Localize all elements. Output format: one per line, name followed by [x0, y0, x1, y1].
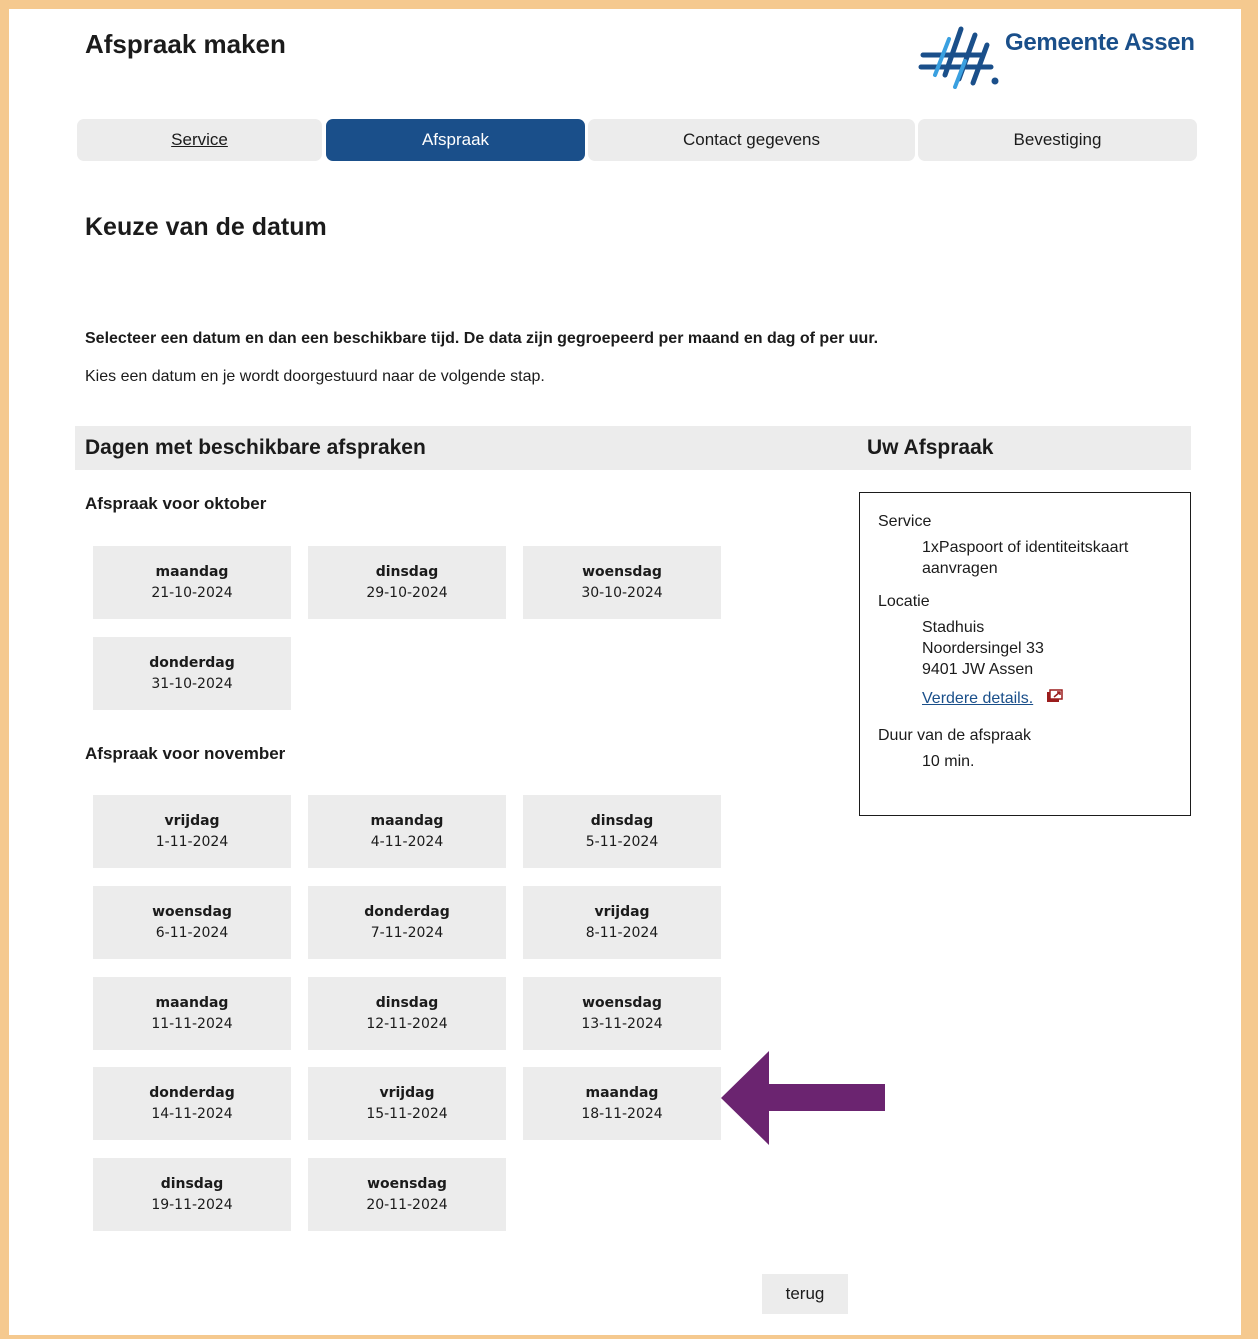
location-street: Noordersingel 33 [922, 640, 1044, 657]
month-title-november: Afspraak voor november [85, 744, 286, 763]
day-tile[interactable]: donderdag 14-11-2024 [93, 1067, 291, 1140]
day-name: woensdag [152, 904, 232, 920]
location-city: 9401 JW Assen [922, 661, 1034, 678]
available-days-title: Dagen met beschikbare afspraken [85, 436, 426, 459]
day-date: 21-10-2024 [151, 585, 233, 601]
location-address: Stadhuis Noordersingel 33 9401 JW Assen [922, 617, 1172, 680]
day-tile[interactable]: woensdag 13-11-2024 [523, 977, 721, 1050]
day-date: 18-11-2024 [581, 1106, 663, 1122]
day-date: 14-11-2024 [151, 1106, 233, 1122]
day-tile[interactable]: maandag 11-11-2024 [93, 977, 291, 1050]
logo-mark-icon [918, 26, 999, 89]
day-date: 1-11-2024 [155, 834, 229, 850]
day-name: dinsdag [375, 995, 439, 1011]
section-heading: Keuze van de datum [85, 213, 327, 241]
day-date: 7-11-2024 [370, 925, 444, 941]
appointment-summary: Service 1xPaspoort of identiteitskaart a… [859, 492, 1191, 816]
day-name: maandag [370, 813, 444, 829]
step-afspraak-label: Afspraak [421, 130, 490, 149]
day-tile[interactable]: maandag 21-10-2024 [93, 546, 291, 619]
step-contact-label: Contact gegevens [682, 130, 821, 149]
step-service-label: Service [171, 130, 228, 149]
service-label: Service [878, 513, 932, 530]
day-tile[interactable]: maandag 4-11-2024 [308, 795, 506, 868]
duration-value: 10 min. [922, 753, 975, 771]
day-tile[interactable]: dinsdag 29-10-2024 [308, 546, 506, 619]
details-row: Verdere details. [922, 688, 1172, 709]
left-arrow-annotation [721, 1051, 885, 1145]
day-tile[interactable]: woensdag 20-11-2024 [308, 1158, 506, 1231]
day-name: woensdag [582, 995, 662, 1011]
external-link-icon[interactable] [1046, 688, 1064, 709]
day-tile[interactable]: woensdag 6-11-2024 [93, 886, 291, 959]
day-tile[interactable]: dinsdag 19-11-2024 [93, 1158, 291, 1231]
day-name: maandag [585, 1085, 659, 1101]
day-name: dinsdag [375, 564, 439, 580]
day-name: maandag [155, 564, 229, 580]
day-date: 15-11-2024 [366, 1106, 448, 1122]
day-name: donderdag [364, 904, 450, 920]
step-bevestiging-label: Bevestiging [1013, 130, 1102, 149]
day-date: 4-11-2024 [370, 834, 444, 850]
day-date: 8-11-2024 [585, 925, 659, 941]
step-afspraak: Afspraak [326, 119, 585, 161]
day-name: vrijdag [379, 1085, 435, 1101]
day-name: donderdag [149, 1085, 235, 1101]
day-tile[interactable]: vrijdag 8-11-2024 [523, 886, 721, 959]
day-name: maandag [155, 995, 229, 1011]
day-date: 12-11-2024 [366, 1016, 448, 1032]
your-appointment-title: Uw Afspraak [867, 436, 994, 459]
step-bevestiging: Bevestiging [918, 119, 1197, 161]
page-title: Afspraak maken [85, 29, 286, 59]
day-date: 19-11-2024 [151, 1197, 233, 1213]
day-tile[interactable]: dinsdag 5-11-2024 [523, 795, 721, 868]
day-name: vrijdag [164, 813, 220, 829]
day-date: 5-11-2024 [585, 834, 659, 850]
location-label: Locatie [878, 593, 930, 610]
day-tile[interactable]: donderdag 7-11-2024 [308, 886, 506, 959]
day-name: dinsdag [590, 813, 654, 829]
day-date: 30-10-2024 [581, 585, 663, 601]
details-link[interactable]: Verdere details. [922, 690, 1033, 707]
logo-text: Gemeente Assen [1005, 29, 1195, 56]
gemeente-assen-logo[interactable]: Gemeente Assen [917, 17, 1195, 97]
day-date: 11-11-2024 [151, 1016, 233, 1032]
instruction-text: Selecteer een datum en dan een beschikba… [85, 330, 879, 347]
day-tile[interactable]: vrijdag 15-11-2024 [308, 1067, 506, 1140]
back-button[interactable]: terug [762, 1274, 848, 1314]
section-header-bar: Dagen met beschikbare afspraken Uw Afspr… [75, 426, 1191, 470]
location-name: Stadhuis [922, 619, 985, 636]
month-title-oktober: Afspraak voor oktober [85, 494, 267, 513]
day-tile[interactable]: donderdag 31-10-2024 [93, 637, 291, 710]
day-tile[interactable]: vrijdag 1-11-2024 [93, 795, 291, 868]
day-tile[interactable]: dinsdag 12-11-2024 [308, 977, 506, 1050]
day-date: 29-10-2024 [366, 585, 448, 601]
day-name: donderdag [149, 655, 235, 671]
duration-label: Duur van de afspraak [878, 727, 1031, 745]
step-service[interactable]: Service [77, 119, 322, 161]
service-value: 1xPaspoort of identiteitskaart aanvragen [922, 539, 1129, 577]
day-date: 20-11-2024 [366, 1197, 448, 1213]
day-date: 31-10-2024 [151, 676, 233, 692]
day-tile[interactable]: woensdag 30-10-2024 [523, 546, 721, 619]
page-frame: Afspraak maken Gemeente Assen Service Af… [9, 9, 1241, 1335]
day-name: woensdag [582, 564, 662, 580]
day-name: dinsdag [160, 1176, 224, 1192]
step-contact-gegevens: Contact gegevens [588, 119, 915, 161]
day-date: 6-11-2024 [155, 925, 229, 941]
day-tile-highlighted[interactable]: maandag 18-11-2024 [523, 1067, 721, 1140]
day-name: vrijdag [594, 904, 650, 920]
instruction-subtext: Kies een datum en je wordt doorgestuurd … [85, 368, 545, 385]
day-name: woensdag [367, 1176, 447, 1192]
day-date: 13-11-2024 [581, 1016, 663, 1032]
